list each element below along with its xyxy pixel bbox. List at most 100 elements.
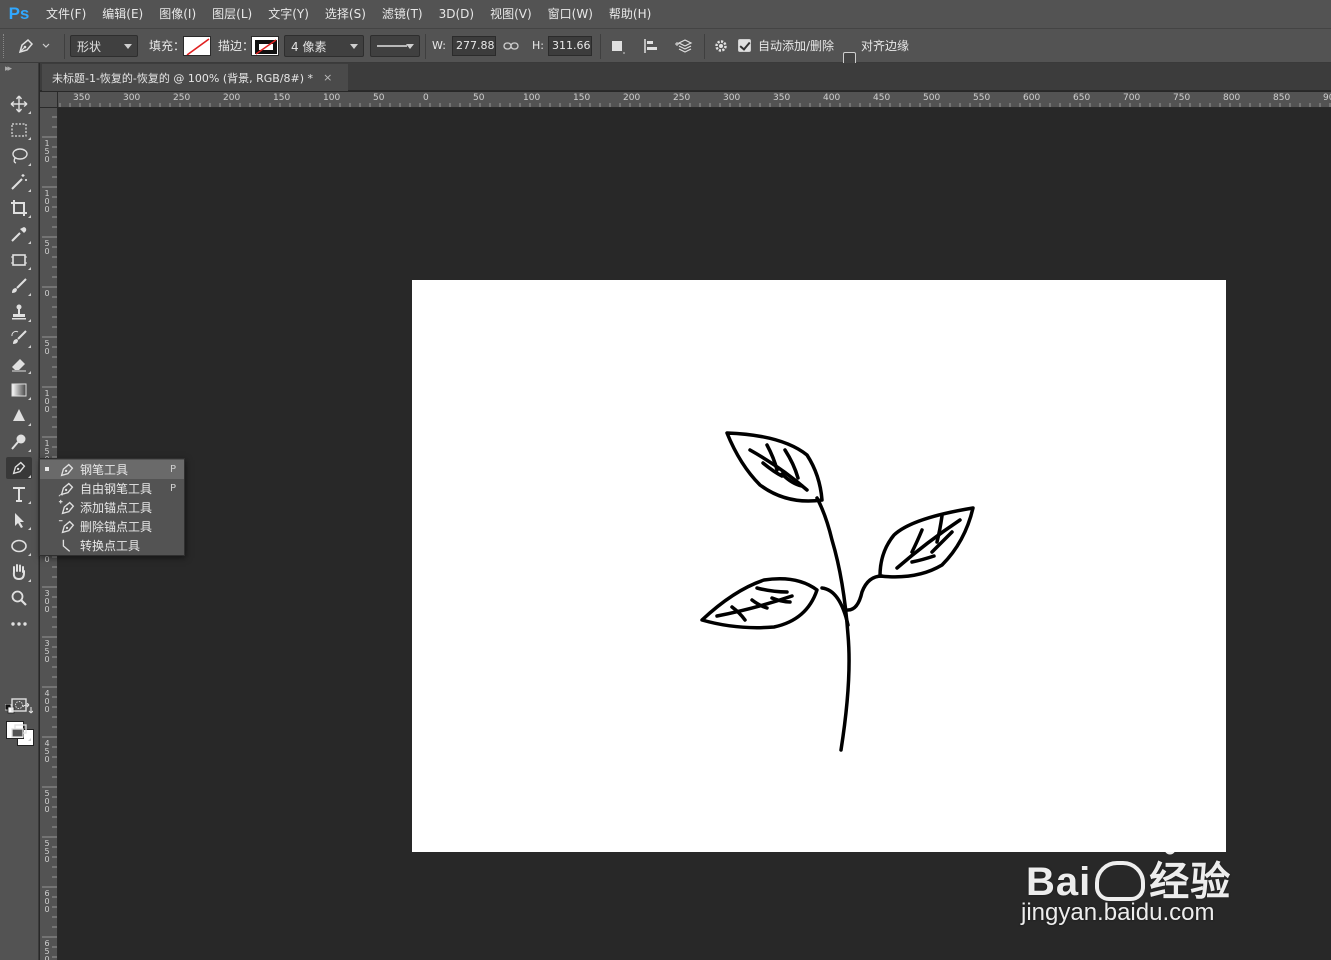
dodge-icon [11, 434, 26, 450]
close-icon[interactable]: × [323, 71, 332, 84]
options-bar-grip[interactable] [3, 34, 7, 58]
menu-layer[interactable]: 图层(L) [204, 0, 260, 28]
align-edges-label: 对齐边缘 [861, 39, 910, 53]
document-tab[interactable]: 未标题-1-恢复的-恢复的 @ 100% (背景, RGB/8#) * × [42, 64, 348, 91]
ruler-label: 0 [44, 289, 50, 298]
blur-drop-icon [13, 409, 25, 421]
frame-tool[interactable] [6, 249, 32, 271]
eyedropper-tool[interactable] [6, 223, 32, 245]
menu-3d[interactable]: 3D(D) [431, 0, 482, 28]
flyout-item-convert-point-tool[interactable]: 转换点工具 [40, 536, 184, 555]
flyout-item-delete-anchor-tool[interactable]: 删除锚点工具 [40, 517, 184, 536]
horizontal-ruler[interactable]: 350 300 250 200 150 100 50 0 50 100 150 200 250 300 35… [58, 92, 1331, 108]
stamp-icon [12, 304, 26, 320]
ruler-label: 300 [723, 93, 741, 103]
type-tool[interactable] [6, 483, 32, 505]
divider [704, 34, 705, 59]
menu-help[interactable]: 帮助(H) [601, 0, 659, 28]
mode-select[interactable]: 形状 [70, 35, 138, 57]
dodge-tool[interactable] [6, 431, 32, 453]
watermark-brand-jingyan: 经验 [1149, 860, 1232, 904]
magic-wand-tool[interactable] [6, 171, 32, 193]
ruler-label: 600 [1023, 93, 1041, 103]
fill-label: 填充： [149, 39, 186, 53]
watermark-brand-bai: Bai [1026, 860, 1092, 904]
hand-icon [12, 564, 25, 581]
auto-add-delete-checkbox[interactable] [738, 39, 751, 52]
chevron-down-icon [124, 44, 132, 49]
du-paw-icon [1095, 861, 1146, 901]
no-fill-icon [186, 38, 210, 55]
move-icon [10, 95, 28, 113]
width-input[interactable]: 277.88 | [452, 36, 496, 56]
menu-image[interactable]: 图像(I) [151, 0, 204, 28]
menu-type[interactable]: 文字(Y) [260, 0, 317, 28]
flyout-item-label: 转换点工具 [80, 539, 141, 553]
ruler-label: 150 [273, 93, 291, 103]
marquee-tool[interactable] [6, 119, 32, 141]
stroke-swatch[interactable] [251, 36, 279, 56]
lasso-tool[interactable] [6, 145, 32, 167]
ruler-label: 100 [523, 93, 541, 103]
ruler-label: 850 [1273, 93, 1291, 103]
watermark-url: jingyan.baidu.com [1021, 899, 1215, 926]
submenu-indicator [28, 527, 31, 530]
shape-tool[interactable] [6, 535, 32, 557]
gradient-tool[interactable] [6, 379, 32, 401]
menu-file[interactable]: 文件(F) [38, 0, 94, 28]
path-operations-button[interactable] [606, 35, 628, 57]
menu-edit[interactable]: 编辑(E) [94, 0, 151, 28]
crop-tool[interactable] [6, 197, 32, 219]
quick-mask-icon [11, 698, 27, 712]
screen-mode-button[interactable] [6, 720, 32, 742]
ruler-label: 550 [44, 839, 50, 864]
submenu-indicator [28, 267, 31, 270]
stroke-width-value: 4 像素 [291, 39, 327, 54]
stamp-tool[interactable] [6, 301, 32, 323]
edit-toolbar-button[interactable] [6, 613, 32, 635]
ruler-label: 400 [44, 689, 50, 714]
history-brush-tool[interactable] [6, 327, 32, 349]
path-arrangement-button[interactable] [674, 35, 696, 57]
eraser-tool[interactable] [6, 353, 32, 375]
history-brush-icon [11, 330, 27, 344]
flyout-item-freeform-pen-tool[interactable]: 自由钢笔工具 P [40, 479, 184, 498]
move-tool[interactable] [6, 93, 32, 115]
path-alignment-button[interactable] [640, 35, 662, 57]
collapse-panel-icon[interactable]: ▸▸ [5, 64, 12, 74]
pen-tool[interactable] [6, 457, 32, 479]
document-canvas[interactable] [412, 280, 1226, 852]
ruler-label: 500 [44, 789, 50, 814]
eraser-icon [12, 359, 26, 372]
tool-preset-picker[interactable] [16, 35, 58, 57]
height-input[interactable]: 311.66 | [548, 36, 592, 56]
submenu-indicator [28, 579, 31, 582]
flyout-item-pen-tool[interactable]: 钢笔工具 P [40, 460, 184, 479]
ruler-origin[interactable] [40, 92, 58, 108]
menu-window[interactable]: 窗口(W) [540, 0, 601, 28]
quick-mask-button[interactable] [6, 694, 32, 716]
more-dots-icon [11, 622, 27, 626]
path-options-button[interactable] [710, 35, 732, 57]
link-dimensions-button[interactable] [500, 35, 522, 57]
menu-view[interactable]: 视图(V) [482, 0, 540, 28]
flyout-item-add-anchor-tool[interactable]: 添加锚点工具 [40, 498, 184, 517]
hand-tool[interactable] [6, 561, 32, 583]
screen-mode-icon [11, 724, 27, 738]
menu-filter[interactable]: 滤镜(T) [374, 0, 431, 28]
menu-select[interactable]: 选择(S) [317, 0, 374, 28]
gear-icon [715, 40, 727, 52]
path-selection-tool[interactable] [6, 509, 32, 531]
zoom-tool[interactable] [6, 587, 32, 609]
ruler-label: 450 [44, 739, 50, 764]
stroke-type-select[interactable] [370, 35, 420, 57]
ruler-label: 250 [673, 93, 691, 103]
blur-tool[interactable] [6, 405, 32, 427]
brush-tool[interactable] [6, 275, 32, 297]
path-select-arrow-icon [15, 513, 24, 528]
path-operations-icon [612, 41, 625, 54]
ellipse-icon [11, 539, 27, 553]
stroke-width-select[interactable]: 4 像素 [284, 35, 364, 57]
submenu-indicator [28, 371, 31, 374]
fill-swatch[interactable] [183, 36, 211, 56]
